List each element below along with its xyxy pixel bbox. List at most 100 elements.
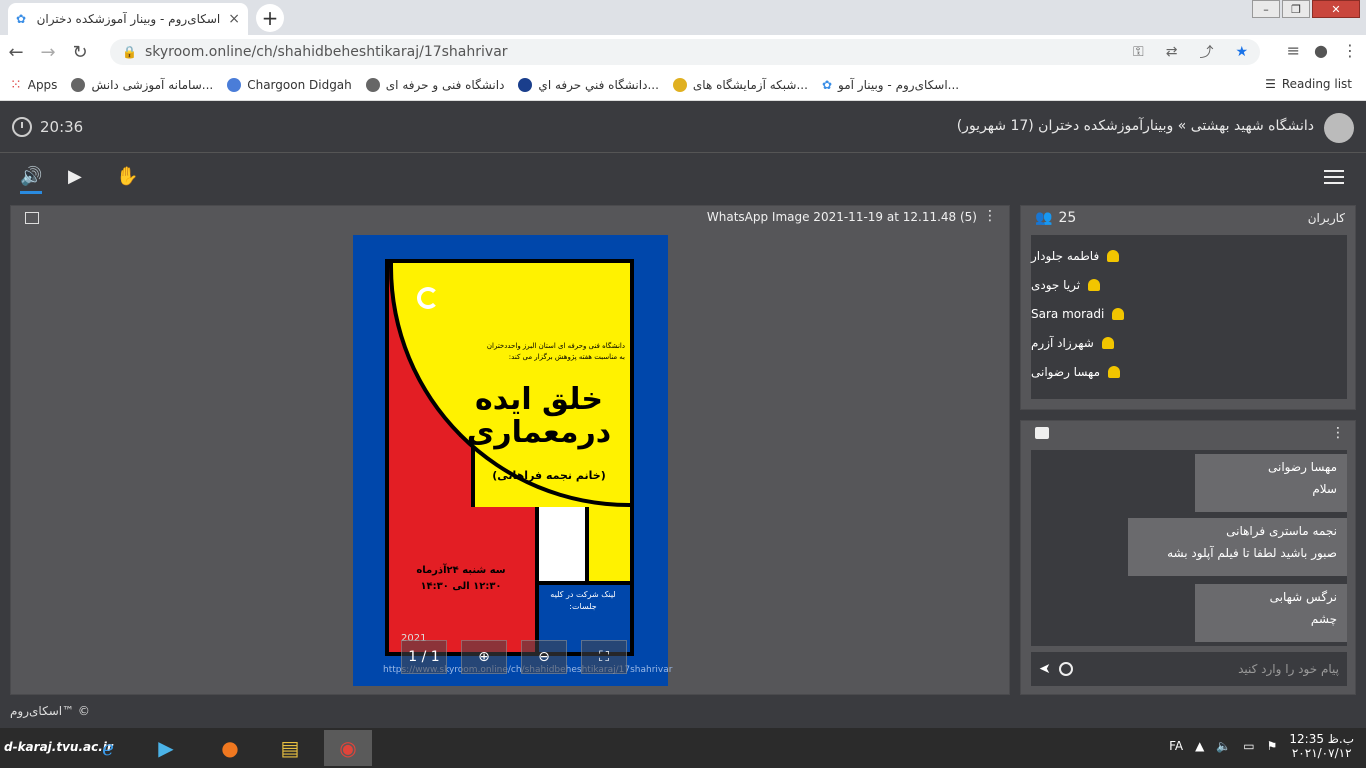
bookmark-apps[interactable]: ⁙ Apps (10, 77, 57, 93)
firefox-icon[interactable]: ● (206, 730, 254, 766)
media-player-icon[interactable]: ▶ (142, 730, 190, 766)
globe-icon (71, 77, 86, 92)
zoom-in-icon[interactable]: ⊕ (461, 640, 507, 674)
chargoon-icon (227, 77, 242, 92)
translate-icon[interactable]: ⇄ (1166, 44, 1178, 60)
poster-small-yellow-block (585, 507, 630, 581)
user-icon (1107, 249, 1120, 262)
stage-mode-icon[interactable] (25, 212, 39, 224)
poster-logo-icon (417, 287, 439, 309)
poster-date: سه شنبه ۲۴آذرماه ۱۲:۳۰ الی ۱۴:۳۰ (416, 565, 506, 592)
browser-tabbar: ✿ اسکای‌روم - وبینار آموزشکده دختران × +… (0, 0, 1366, 35)
message-author: نجمه ماستری فراهانی (1226, 524, 1337, 538)
language-indicator[interactable]: FA (1169, 739, 1183, 753)
browser-tab[interactable]: ✿ اسکای‌روم - وبینار آموزشکده دختران × (8, 3, 248, 35)
file-explorer-icon[interactable]: ▤ (266, 730, 314, 766)
chat-input-row: ➤ پیام خود را وارد کنید (1031, 652, 1347, 686)
back-icon[interactable]: ← (0, 42, 32, 63)
send-icon[interactable]: ➤ (1039, 661, 1051, 677)
bookmark-item[interactable]: دانشگاه فني حرفه اي... (518, 77, 659, 92)
user-list-item[interactable]: Sara moradi (1031, 299, 1347, 328)
presentation-stage: WhatsApp Image 2021-11-19 at 12.11.48 (5… (10, 205, 1010, 695)
tray-arrow-icon[interactable]: ▲ (1195, 739, 1204, 753)
flag-icon[interactable]: ⚑ (1267, 739, 1278, 753)
reload-icon[interactable]: ↻ (64, 42, 96, 63)
copyright: اسکای‌روم™ © (10, 704, 90, 718)
lock-icon[interactable]: 🔒 (122, 45, 137, 59)
poster-subtitle: (خانم نجمه فراهانی) (492, 469, 606, 482)
users-list: فاطمه جلودار ثریا جودی Sara moradi شهرزا… (1031, 235, 1347, 399)
bookmarks-bar: ⁙ Apps سامانه آموزشی دانش... Chargoon Di… (0, 69, 1366, 101)
forward-icon[interactable]: → (32, 42, 64, 63)
bookmark-star-icon[interactable]: ★ (1235, 44, 1248, 60)
system-tray: FA ▲ 🔈 ▭ ⚑ ب.ظ 12:35 ۲۰۲۱/۰۷/۱۲ (1169, 732, 1354, 761)
message-text: سلام (1312, 482, 1337, 496)
chat-input[interactable]: پیام خود را وارد کنید (1081, 662, 1339, 676)
viewer-controls: 1 / 1 ⊕ ⊖ ⛶ (401, 640, 627, 674)
page-indicator[interactable]: 1 / 1 (401, 640, 447, 674)
url-text[interactable]: skyroom.online/ch/shahidbeheshtikaraj/17… (145, 44, 1111, 60)
browser-menu-icon[interactable]: ⋮ (1342, 41, 1358, 60)
chat-options-icon[interactable]: ⋮ (1331, 425, 1345, 441)
bookmark-item[interactable]: ✿ اسکای‌روم - وبینار آمو... (822, 78, 959, 92)
user-icon (1101, 336, 1114, 349)
volume-icon[interactable]: 🔊 (20, 166, 43, 194)
document-title: WhatsApp Image 2021-11-19 at 12.11.48 (5… (706, 210, 977, 224)
user-icon (1112, 307, 1125, 320)
chat-messages: مهسا رضوانی سلام نجمه ماستری فراهانی صبو… (1031, 450, 1347, 646)
chat-bubble-icon (1035, 427, 1049, 439)
media-icon[interactable]: ≡ (1287, 41, 1300, 60)
user-list-item[interactable]: مهسا رضوانی (1031, 357, 1347, 386)
poster-title: خلق ایده درمعماری (466, 382, 612, 450)
session-time: 20:36 (40, 118, 84, 136)
raise-hand-icon[interactable]: ✋ (116, 166, 138, 187)
app-header: 20:36 دانشگاه شهید بهشتی » وبینارآموزشکد… (0, 103, 1366, 153)
poster-frame: دانشگاه فنی وحرفه ای استان البرز واحددخت… (385, 259, 634, 656)
close-window-button[interactable]: ✕ (1312, 0, 1360, 18)
network-icon[interactable]: ▭ (1243, 739, 1254, 753)
user-list-item[interactable]: فاطمه جلودار (1031, 241, 1347, 270)
user-list-item[interactable]: شهرزاد آزرم (1031, 328, 1347, 357)
new-tab-button[interactable]: + (256, 4, 284, 32)
user-icon (1108, 365, 1120, 378)
reading-list-icon: ☰ (1265, 77, 1276, 91)
skyroom-favicon-icon: ✿ (821, 77, 832, 92)
ie-icon[interactable]: ℯ (84, 730, 132, 766)
users-panel: 👥 25 کاربران فاطمه جلودار ثریا جودی Sara… (1020, 205, 1356, 410)
minimize-button[interactable]: – (1252, 0, 1280, 18)
profile-icon[interactable]: ● (1314, 41, 1328, 60)
chat-message: نرگس شهابی چشم (1195, 584, 1347, 642)
user-icon (1088, 278, 1101, 291)
taskbar-clock[interactable]: ب.ظ 12:35 ۲۰۲۱/۰۷/۱۲ (1289, 732, 1354, 761)
poster-note: لینک شرکت در کلیه جلسات: (550, 590, 616, 611)
address-bar-row: ← → ↻ 🔒 skyroom.online/ch/shahidbeheshti… (0, 35, 1366, 69)
emoji-icon[interactable] (1058, 662, 1073, 676)
omnibox[interactable]: 🔒 skyroom.online/ch/shahidbeheshtikaraj/… (110, 39, 1260, 65)
globe-icon (365, 77, 380, 92)
poster-intro: دانشگاه فنی وحرفه ای استان البرز واحددخت… (486, 342, 625, 361)
maximize-button[interactable]: ❐ (1282, 0, 1310, 18)
stage-options-icon[interactable]: ⋮ (983, 208, 997, 224)
message-text: صبور باشید لطفا تا فیلم آپلود بشه (1167, 546, 1337, 560)
bookmark-item[interactable]: دانشگاه فنی و حرفه ای (365, 77, 504, 92)
screen-share-icon[interactable]: ▶ (68, 166, 82, 187)
chrome-icon[interactable]: ◉ (324, 730, 372, 766)
room-toolbar: 🔊 ▶ ✋ (0, 154, 1366, 200)
key-icon[interactable]: ⚿ (1133, 44, 1144, 60)
hamburger-menu-icon[interactable] (1324, 170, 1344, 184)
tab-close-icon[interactable]: × (228, 11, 240, 27)
fullscreen-icon[interactable]: ⛶ (581, 640, 627, 674)
lab-network-icon (672, 77, 687, 92)
chat-message: مهسا رضوانی سلام (1195, 454, 1347, 512)
apps-grid-icon: ⁙ (10, 76, 22, 93)
bookmark-item[interactable]: شبکه آزمایشگاه های... (672, 77, 808, 92)
bookmark-item[interactable]: Chargoon Didgah (227, 77, 352, 92)
user-avatar-icon[interactable] (1324, 113, 1354, 143)
share-page-icon[interactable]: ⤴ (1199, 42, 1213, 62)
reading-list-button[interactable]: ☰ Reading list (1265, 77, 1352, 91)
taskbar-date: ۲۰۲۱/۰۷/۱۲ (1291, 746, 1352, 761)
user-list-item[interactable]: ثریا جودی (1031, 270, 1347, 299)
zoom-out-icon[interactable]: ⊖ (521, 640, 567, 674)
bookmark-item[interactable]: سامانه آموزشی دانش... (71, 77, 213, 92)
speaker-icon[interactable]: 🔈 (1216, 739, 1231, 753)
